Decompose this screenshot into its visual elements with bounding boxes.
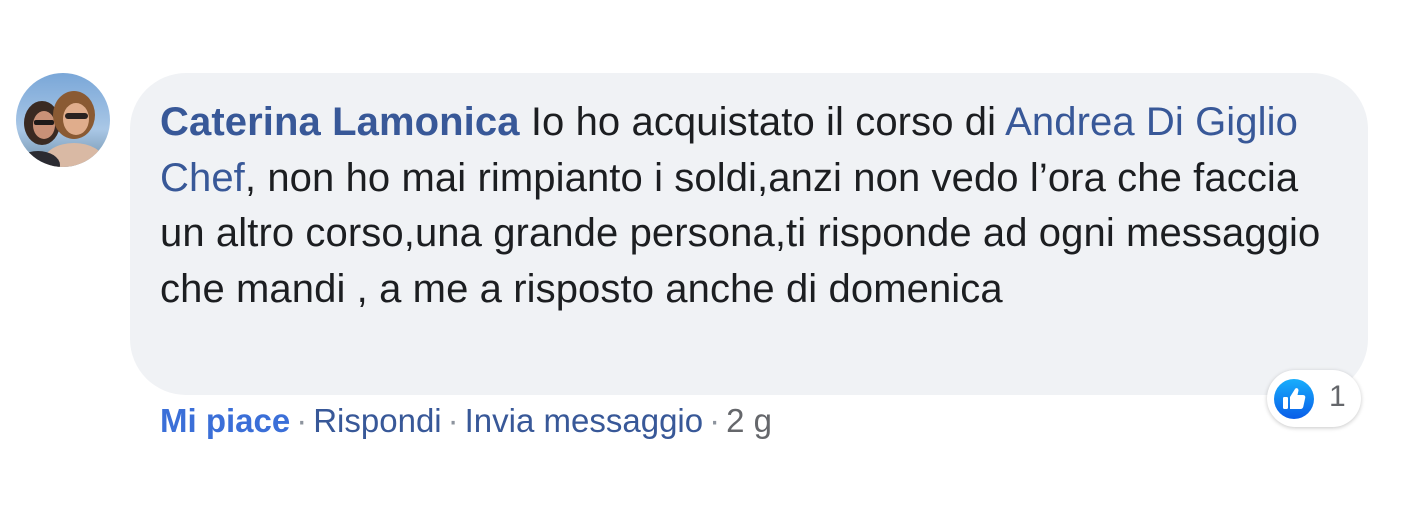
- comment-actions: Mi piace · Rispondi · Invia messaggio · 2 g: [160, 402, 772, 440]
- separator-dot: ·: [447, 402, 459, 439]
- separator-dot: ·: [709, 402, 721, 439]
- like-thumb-icon: [1274, 379, 1314, 419]
- comment-text-start: Io ho acquistato il corso di: [530, 100, 997, 144]
- comment-body: Caterina Lamonica Io ho acquistato il co…: [160, 95, 1328, 317]
- avatar-photo: [16, 73, 110, 167]
- comment-text-end: , non ho mai rimpianto i soldi,anzi non …: [160, 155, 1321, 311]
- comment-bubble: Caterina Lamonica Io ho acquistato il co…: [130, 73, 1368, 395]
- comment-author-name[interactable]: Caterina Lamonica: [160, 100, 520, 144]
- separator-dot: ·: [296, 402, 308, 439]
- like-button[interactable]: Mi piace: [160, 402, 290, 439]
- reaction-summary[interactable]: 1: [1267, 370, 1361, 427]
- reaction-count: 1: [1329, 380, 1346, 413]
- avatar[interactable]: [16, 73, 110, 167]
- comment-row: Caterina Lamonica Io ho acquistato il co…: [0, 0, 1402, 520]
- send-message-button[interactable]: Invia messaggio: [465, 402, 703, 439]
- comment-timestamp[interactable]: 2 g: [726, 402, 772, 439]
- reply-button[interactable]: Rispondi: [313, 402, 441, 439]
